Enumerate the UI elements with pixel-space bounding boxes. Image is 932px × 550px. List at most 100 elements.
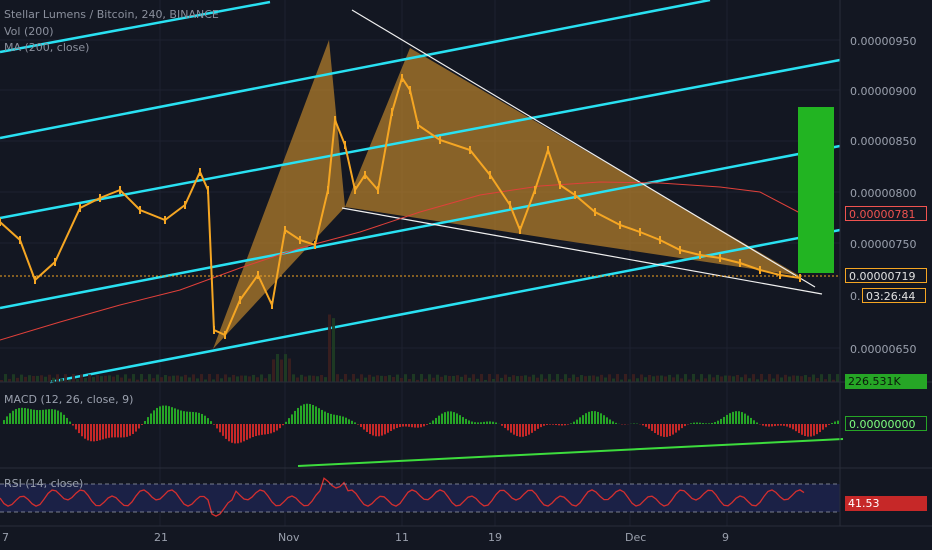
- macd-bar: [501, 424, 503, 426]
- macd-bar: [513, 424, 515, 435]
- volume-bar: [464, 374, 467, 382]
- price-tick: 0.00000650: [850, 343, 917, 356]
- volume-bar: [504, 374, 507, 382]
- macd-bar: [216, 424, 218, 429]
- macd-bar: [579, 417, 581, 424]
- volume-bar: [256, 377, 259, 382]
- volume-bar: [16, 377, 19, 382]
- ma-label: MA (200, close): [4, 41, 90, 54]
- macd-bar: [246, 424, 248, 440]
- volume-bar: [120, 377, 123, 382]
- volume-bar: [236, 376, 239, 382]
- volume-bar: [444, 375, 447, 382]
- volume-bar: [248, 376, 251, 382]
- macd-bar: [297, 407, 299, 424]
- volume-bar: [276, 354, 279, 382]
- macd-bar: [732, 411, 734, 424]
- macd-bar: [252, 424, 254, 438]
- volume-bar: [660, 375, 663, 382]
- macd-bar: [105, 424, 107, 439]
- volume-bar: [244, 375, 247, 382]
- macd-bar: [543, 424, 545, 426]
- macd-bar: [741, 412, 743, 424]
- macd-bar: [303, 404, 305, 424]
- macd-bar: [324, 411, 326, 424]
- volume-bar: [216, 374, 219, 382]
- macd-bar: [228, 424, 230, 442]
- volume-bar: [460, 376, 463, 382]
- macd-bar: [9, 413, 11, 424]
- macd-bar: [267, 424, 269, 435]
- volume-bar: [356, 378, 359, 382]
- volume-bar: [192, 374, 195, 382]
- macd-bar: [144, 420, 146, 424]
- volume-bar: [616, 374, 619, 382]
- macd-bar: [492, 421, 494, 424]
- macd-bar: [237, 424, 239, 444]
- macd-bar: [573, 421, 575, 424]
- macd-bar: [123, 424, 125, 438]
- volume-bar: [704, 378, 707, 382]
- volume-bar: [548, 374, 551, 382]
- volume-bar: [260, 374, 263, 382]
- macd-bar: [663, 424, 665, 437]
- macd-bar: [711, 422, 713, 424]
- macd-bar: [660, 424, 662, 437]
- rsi-label: RSI (14, close): [4, 477, 84, 490]
- macd-bar: [564, 424, 566, 426]
- rsi-band: [0, 484, 840, 512]
- macd-bar: [210, 421, 212, 424]
- macd-bar: [78, 424, 80, 434]
- macd-bar: [222, 424, 224, 436]
- macd-bar: [207, 418, 209, 424]
- volume-bar: [524, 375, 527, 382]
- macd-bar: [597, 411, 599, 424]
- price-chart[interactable]: [0, 0, 932, 550]
- macd-histogram: [3, 403, 839, 444]
- macd-bar: [591, 411, 593, 424]
- macd-bar: [798, 424, 800, 434]
- macd-bar: [102, 424, 104, 440]
- macd-bar: [375, 424, 377, 437]
- macd-bar: [447, 411, 449, 424]
- macd-bar: [702, 423, 704, 424]
- macd-bar: [360, 424, 362, 427]
- macd-bar: [201, 413, 203, 424]
- volume-bar: [440, 376, 443, 382]
- macd-bar: [738, 411, 740, 424]
- macd-bar: [219, 424, 221, 433]
- macd-bar: [771, 424, 773, 427]
- volume-bar: [156, 374, 159, 382]
- macd-bar: [432, 420, 434, 424]
- volume-bar: [296, 377, 299, 382]
- chart-title: Stellar Lumens / Bitcoin, 240, BINANCE: [4, 8, 219, 21]
- price-tick: 0.00000900: [850, 85, 917, 98]
- volume-bar: [124, 374, 127, 382]
- macd-bar: [177, 409, 179, 424]
- macd-bar: [192, 411, 194, 424]
- macd-bar: [603, 415, 605, 424]
- macd-bar: [282, 424, 284, 426]
- macd-bar: [204, 415, 206, 424]
- volume-bar: [600, 374, 603, 382]
- macd-bar: [258, 424, 260, 436]
- volume-bar: [148, 374, 151, 382]
- macd-bar: [693, 422, 695, 424]
- macd-bar: [705, 423, 707, 424]
- volume-bar: [56, 374, 59, 382]
- volume-bar: [364, 377, 367, 382]
- volume-bar: [160, 377, 163, 382]
- volume-bar: [468, 377, 471, 382]
- macd-bar: [276, 424, 278, 431]
- macd-bar: [411, 424, 413, 428]
- macd-bar: [723, 416, 725, 424]
- macd-bar: [456, 413, 458, 424]
- volume-bar: [80, 374, 83, 382]
- volume-bar: [280, 359, 283, 382]
- volume-bar: [448, 375, 451, 382]
- macd-bar: [96, 424, 98, 441]
- countdown-tag: 03:26:44: [862, 288, 926, 303]
- macd-bar: [348, 419, 350, 424]
- macd-bar: [726, 414, 728, 424]
- macd-trend-line: [297, 438, 844, 467]
